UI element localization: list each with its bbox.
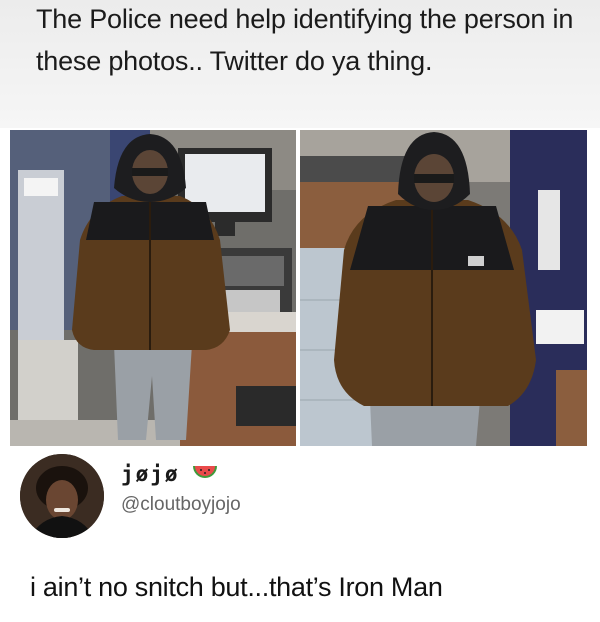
meme-caption: The Police need help identifying the per… <box>36 4 574 76</box>
avatar[interactable] <box>20 454 104 538</box>
surveillance-photo-left <box>10 130 296 446</box>
tweet-card: jøjø @cloutboyjojo i ain’t no snitch but… <box>0 446 600 622</box>
surveillance-photo-right <box>300 130 587 446</box>
username[interactable]: @cloutboyjojo <box>121 494 241 516</box>
display-name[interactable]: jøjø <box>121 462 180 486</box>
tweet-text: i ain’t no snitch but...that’s Iron Man <box>30 572 443 602</box>
header-area: The Police need help identifying the per… <box>0 0 600 128</box>
watermelon-icon <box>192 464 218 484</box>
